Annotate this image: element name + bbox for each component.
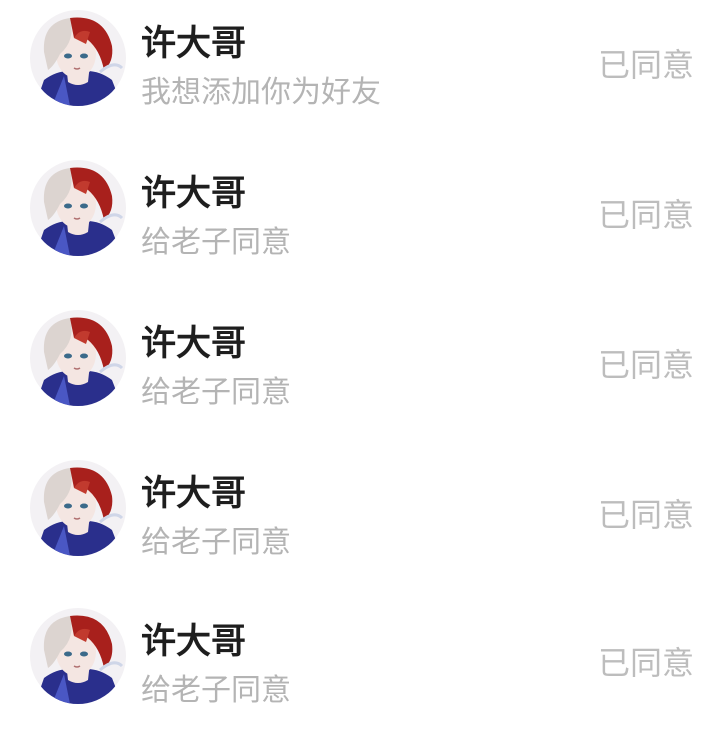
friend-request-list: 许大哥 我想添加你为好友 已同意 许大哥 给老子同意 已同意 许大哥 给老子同意… — [0, 0, 718, 745]
request-status-label: 已同意 — [597, 644, 694, 682]
request-message: 给老子同意 — [141, 225, 291, 260]
requester-name: 许大哥 — [141, 622, 247, 662]
friend-request-row[interactable]: 许大哥 给老子同意 已同意 — [0, 598, 718, 748]
request-message: 给老子同意 — [141, 525, 291, 560]
request-status-label: 已同意 — [597, 496, 694, 534]
friend-request-row[interactable]: 许大哥 给老子同意 已同意 — [0, 300, 718, 450]
user-avatar-icon[interactable] — [30, 10, 126, 106]
requester-name: 许大哥 — [141, 324, 247, 364]
user-avatar-icon[interactable] — [30, 608, 126, 704]
user-avatar-icon[interactable] — [30, 310, 126, 406]
friend-request-row[interactable]: 许大哥 我想添加你为好友 已同意 — [0, 0, 718, 150]
request-status-label: 已同意 — [597, 46, 694, 84]
requester-name: 许大哥 — [141, 174, 247, 214]
request-message: 给老子同意 — [141, 375, 291, 410]
friend-request-row[interactable]: 许大哥 给老子同意 已同意 — [0, 150, 718, 300]
request-status-label: 已同意 — [597, 196, 694, 234]
user-avatar-icon[interactable] — [30, 160, 126, 256]
request-message: 我想添加你为好友 — [141, 75, 381, 110]
requester-name: 许大哥 — [141, 474, 247, 514]
request-status-label: 已同意 — [597, 346, 694, 384]
requester-name: 许大哥 — [141, 24, 247, 64]
request-message: 给老子同意 — [141, 673, 291, 708]
friend-request-row[interactable]: 许大哥 给老子同意 已同意 — [0, 450, 718, 600]
user-avatar-icon[interactable] — [30, 460, 126, 556]
